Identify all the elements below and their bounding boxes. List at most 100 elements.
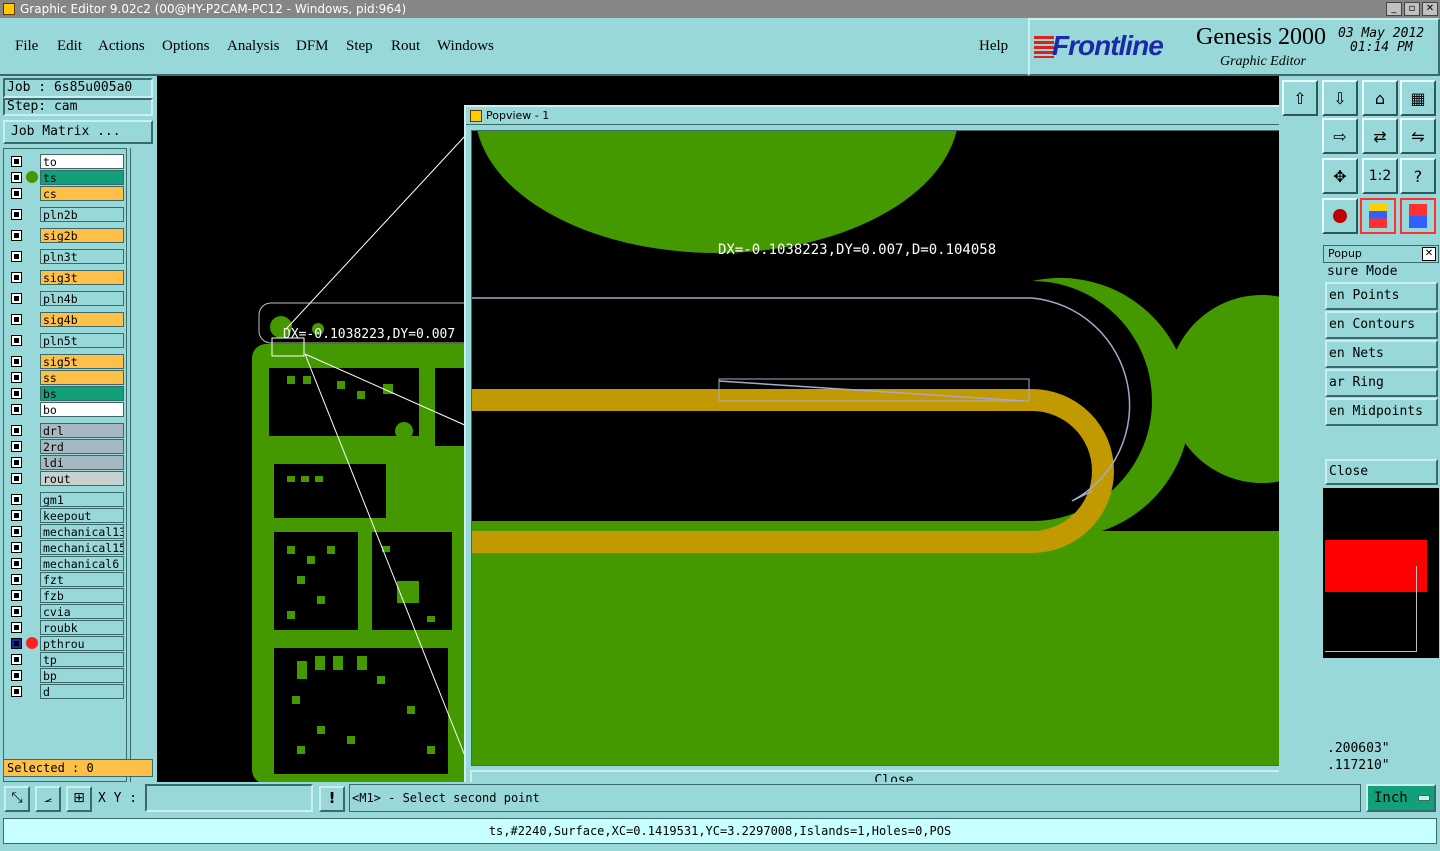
layer-checkbox[interactable] — [11, 335, 22, 346]
layer-row-ss[interactable]: ss — [8, 370, 124, 385]
layer-checkbox[interactable] — [11, 156, 22, 167]
layer-checkbox[interactable] — [11, 457, 22, 468]
probe-tool-icon[interactable] — [1322, 198, 1358, 234]
layer-checkbox[interactable] — [11, 293, 22, 304]
layer-checkbox[interactable] — [11, 473, 22, 484]
layer-checkbox[interactable] — [11, 209, 22, 220]
units-selector[interactable]: Inch — [1366, 784, 1436, 812]
grid-tool-icon[interactable]: ⊞ — [66, 786, 92, 812]
layer-row-cs[interactable]: cs — [8, 186, 124, 201]
layer-scrollbar[interactable] — [130, 148, 154, 782]
layer-checkbox[interactable] — [11, 425, 22, 436]
layer-checkbox[interactable] — [11, 188, 22, 199]
close-window-button[interactable]: ✕ — [1422, 2, 1438, 16]
layer-checkbox[interactable] — [11, 558, 22, 569]
layer-row-sig4b[interactable]: sig4b — [8, 312, 124, 327]
menu-windows[interactable]: Windows — [437, 38, 494, 55]
layer-row-sig5t[interactable]: sig5t — [8, 354, 124, 369]
layer-checkbox[interactable] — [11, 272, 22, 283]
menu-step[interactable]: Step — [346, 38, 373, 55]
layer-checkbox[interactable] — [11, 526, 22, 537]
annular-ring-button[interactable]: ar Ring — [1325, 369, 1438, 397]
layer-row-gm1[interactable]: gm1 — [8, 492, 124, 507]
layer-checkbox[interactable] — [11, 510, 22, 521]
layer-row-drl[interactable]: drl — [8, 423, 124, 438]
layer-row-bs[interactable]: bs — [8, 386, 124, 401]
menu-file[interactable]: File — [15, 38, 38, 55]
layer-row-pln5t[interactable]: pln5t — [8, 333, 124, 348]
zoom-fit-tool-icon[interactable]: ✥ — [1322, 158, 1358, 194]
move-down-tool-icon[interactable]: ⇩ — [1322, 80, 1358, 116]
maximize-button[interactable]: ▫ — [1404, 2, 1420, 16]
layer-row-fzb[interactable]: fzb — [8, 588, 124, 603]
layer-row-fzt[interactable]: fzt — [8, 572, 124, 587]
layer-row-roubk[interactable]: roubk — [8, 620, 124, 635]
layer-checkbox[interactable] — [11, 372, 22, 383]
menu-analysis[interactable]: Analysis — [227, 38, 280, 55]
window-tool-icon[interactable]: ▦ — [1400, 80, 1436, 116]
layer-row-ldi[interactable]: ldi — [8, 455, 124, 470]
alert-icon[interactable]: ! — [319, 786, 345, 812]
menu-edit[interactable]: Edit — [57, 38, 82, 55]
layer-checkbox[interactable] — [11, 251, 22, 262]
layer-row-pln3t[interactable]: pln3t — [8, 249, 124, 264]
layer-row-2rd[interactable]: 2rd — [8, 439, 124, 454]
zoom-1-2-tool-icon[interactable]: 1:2 — [1362, 158, 1398, 194]
layer-row-mechanical6[interactable]: mechanical6 — [8, 556, 124, 571]
layer-checkbox[interactable] — [11, 494, 22, 505]
layer-row-sig2b[interactable]: sig2b — [8, 228, 124, 243]
menu-dfm[interactable]: DFM — [296, 38, 329, 55]
layer-row-to[interactable]: to — [8, 154, 124, 169]
mirror-tool-icon[interactable]: ⇄ — [1362, 118, 1398, 154]
layer-row-rout[interactable]: rout — [8, 471, 124, 486]
minimize-button[interactable]: _ — [1386, 2, 1402, 16]
select-tool-icon[interactable]: ⤡ — [4, 786, 30, 812]
layer-checkbox[interactable] — [11, 638, 22, 649]
layer-row-bo[interactable]: bo — [8, 402, 124, 417]
between-midpoints-button[interactable]: en Midpoints — [1325, 398, 1438, 426]
layer-row-d[interactable]: d — [8, 684, 124, 699]
layer-checkbox[interactable] — [11, 314, 22, 325]
popview-view[interactable]: DX=-0.1038223,DY=0.007,D=0.104058 — [471, 130, 1281, 766]
layer-row-pln4b[interactable]: pln4b — [8, 291, 124, 306]
popup-close-button[interactable]: Close — [1325, 459, 1438, 485]
layer-checkbox[interactable] — [11, 542, 22, 553]
layer-row-pthrou[interactable]: pthrou — [8, 636, 124, 651]
layer-row-ts[interactable]: ts — [8, 170, 124, 185]
layer-checkbox[interactable] — [11, 230, 22, 241]
layer-checkbox[interactable] — [11, 670, 22, 681]
measure-tool-icon[interactable]: ⦟ — [35, 786, 61, 812]
layer-checkbox[interactable] — [11, 388, 22, 399]
layer-checkbox[interactable] — [11, 441, 22, 452]
help-tool-icon[interactable]: ? — [1400, 158, 1436, 194]
layer-row-tp[interactable]: tp — [8, 652, 124, 667]
home-tool-icon[interactable]: ⌂ — [1362, 80, 1398, 116]
layer-checkbox[interactable] — [11, 622, 22, 633]
layer-checkbox[interactable] — [11, 590, 22, 601]
between-contours-button[interactable]: en Contours — [1325, 311, 1438, 339]
layer-checkbox[interactable] — [11, 404, 22, 415]
menu-options[interactable]: Options — [162, 38, 210, 55]
layer-checkbox[interactable] — [11, 606, 22, 617]
layer-checkbox[interactable] — [11, 356, 22, 367]
net-select-tool-icon[interactable] — [1400, 198, 1436, 234]
net-tool-icon[interactable] — [1360, 198, 1396, 234]
layer-row-bp[interactable]: bp — [8, 668, 124, 683]
between-nets-button[interactable]: en Nets — [1325, 340, 1438, 368]
layer-checkbox[interactable] — [11, 574, 22, 585]
swap-tool-icon[interactable]: ⇋ — [1400, 118, 1436, 154]
layer-row-pln2b[interactable]: pln2b — [8, 207, 124, 222]
layer-row-keepout[interactable]: keepout — [8, 508, 124, 523]
popup-close-icon[interactable]: ✕ — [1422, 247, 1436, 261]
layer-checkbox[interactable] — [11, 172, 22, 183]
menu-actions[interactable]: Actions — [98, 38, 145, 55]
layer-row-cvia[interactable]: cvia — [8, 604, 124, 619]
layer-checkbox[interactable] — [11, 654, 22, 665]
xy-input[interactable] — [145, 784, 313, 812]
between-points-button[interactable]: en Points — [1325, 282, 1438, 310]
undo-tool-icon[interactable]: ⇧ — [1282, 80, 1318, 116]
move-right-tool-icon[interactable]: ⇨ — [1322, 118, 1358, 154]
menu-rout[interactable]: Rout — [391, 38, 420, 55]
menu-help[interactable]: Help — [979, 38, 1008, 55]
layer-checkbox[interactable] — [11, 686, 22, 697]
